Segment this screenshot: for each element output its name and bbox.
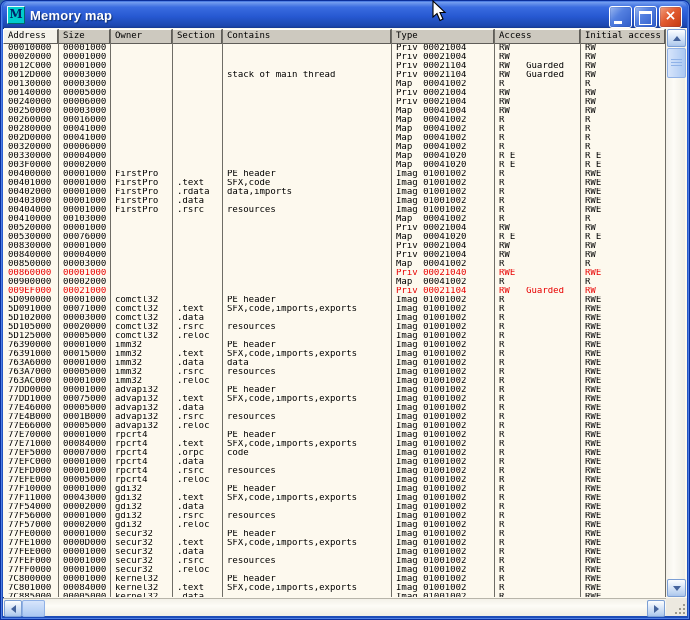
memory-map-window: M Memory map × AddressSizeOwnerSectionCo… [0, 0, 690, 620]
window-border [0, 0, 690, 620]
